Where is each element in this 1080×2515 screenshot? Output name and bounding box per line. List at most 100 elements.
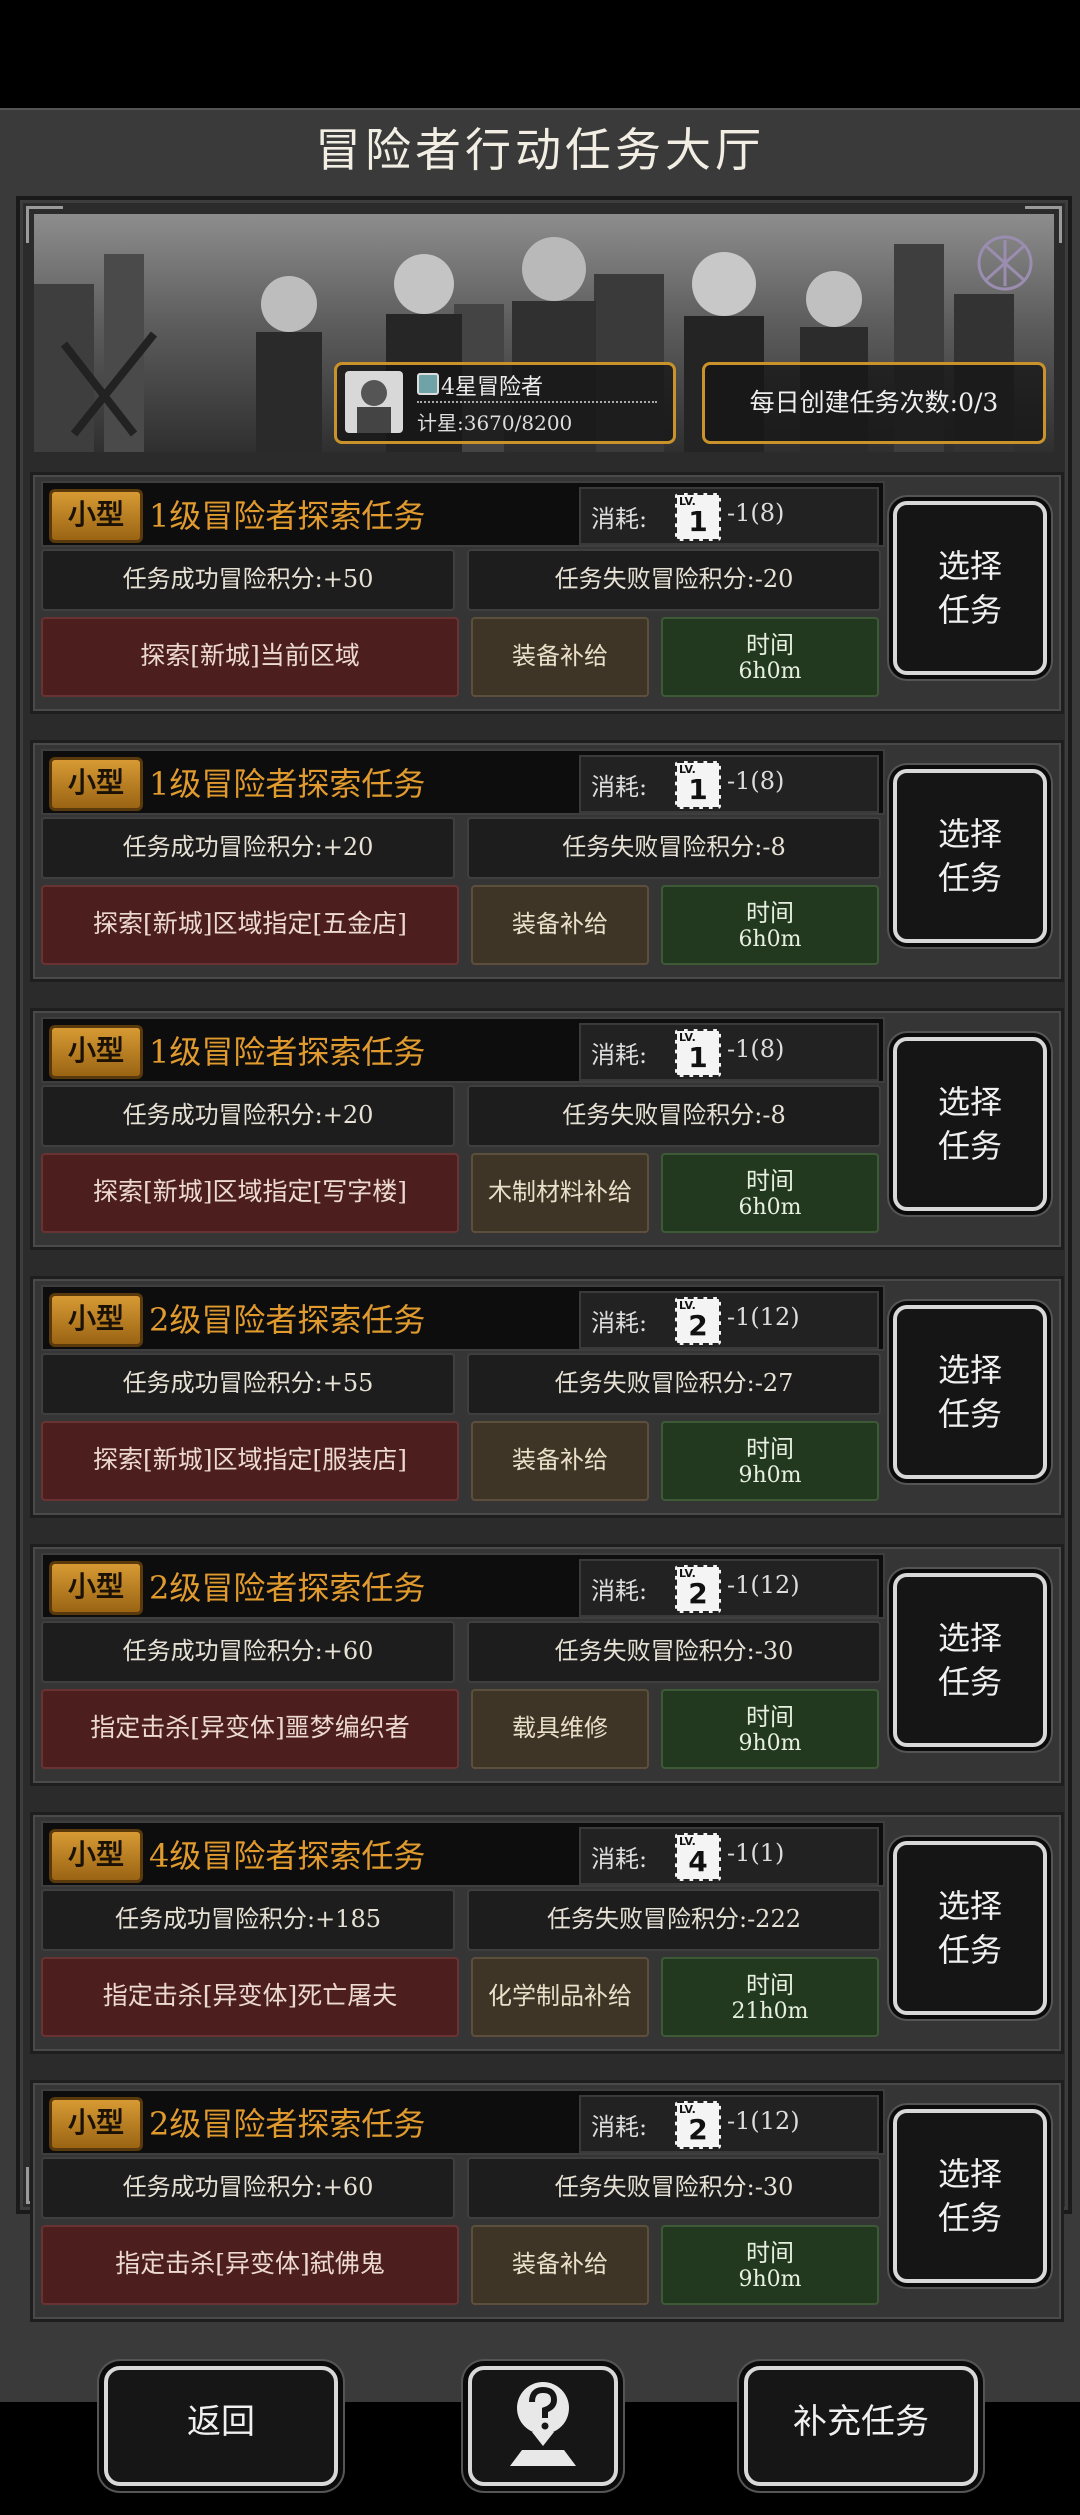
select-task-button[interactable]: 选择 任务: [893, 1305, 1047, 1479]
task-time: 时间 21h0m: [661, 1957, 879, 2037]
cost-box: 消耗: LV. 2 -1(12): [579, 2095, 879, 2153]
task-card: 小型 4级冒险者探索任务 消耗: LV. 4 -1(1) 任务成功冒险积分:+185 任务失败…: [30, 1812, 1064, 2054]
task-target: 探索[新城]区域指定[写字楼]: [41, 1153, 459, 1233]
cost-label: 消耗:: [591, 1845, 648, 1873]
level-card-icon: LV. 4: [675, 1833, 721, 1881]
task-reward: 装备补给: [471, 885, 649, 965]
fail-points: 任务失败冒险积分:-30: [467, 1621, 881, 1683]
success-points: 任务成功冒险积分:+55: [41, 1353, 455, 1415]
cost-box: 消耗: LV. 4 -1(1): [579, 1827, 879, 1885]
task-target: 探索[新城]当前区域: [41, 617, 459, 697]
time-value: 9h0m: [738, 1463, 802, 1488]
task-time: 时间 6h0m: [661, 1153, 879, 1233]
select-task-button[interactable]: 选择 任务: [893, 501, 1047, 675]
level-card-icon: LV. 2: [675, 1565, 721, 1613]
cost-label: 消耗:: [591, 1577, 648, 1605]
size-badge: 小型: [49, 2097, 143, 2151]
size-badge: 小型: [49, 757, 143, 811]
size-badge: 小型: [49, 1293, 143, 1347]
success-points: 任务成功冒险积分:+185: [41, 1889, 455, 1951]
task-time: 时间 9h0m: [661, 2225, 879, 2305]
cost-label: 消耗:: [591, 773, 648, 801]
task-card: 小型 2级冒险者探索任务 消耗: LV. 2 -1(12) 任务成功冒险积分:+60 任务失败…: [30, 1544, 1064, 1786]
fail-points: 任务失败冒险积分:-27: [467, 1353, 881, 1415]
time-value: 6h0m: [738, 659, 802, 684]
cost-box: 消耗: LV. 1 -1(8): [579, 755, 879, 813]
select-task-label-line2: 任务: [937, 2199, 1002, 2237]
select-task-button[interactable]: 选择 任务: [893, 1841, 1047, 2015]
level-card-icon: LV. 2: [675, 2101, 721, 2149]
select-task-label-line1: 选择: [937, 815, 1002, 853]
select-task-label-line1: 选择: [937, 1887, 1002, 1925]
select-task-label-line1: 选择: [937, 547, 1002, 585]
size-badge: 小型: [49, 489, 143, 543]
select-task-label-line2: 任务: [937, 1127, 1002, 1165]
task-card: 小型 1级冒险者探索任务 消耗: LV. 1 -1(8) 任务成功冒险积分:+20 任务失败冒…: [30, 1008, 1064, 1250]
fail-points: 任务失败冒险积分:-8: [467, 1085, 881, 1147]
level-number: 2: [688, 1577, 708, 1610]
cost-box: 消耗: LV. 1 -1(8): [579, 487, 879, 545]
time-label: 时间: [746, 2239, 794, 2267]
level-number: 1: [688, 773, 708, 806]
task-name: 4级冒险者探索任务: [149, 1837, 426, 1875]
task-time: 时间 9h0m: [661, 1689, 879, 1769]
select-task-label-line2: 任务: [937, 591, 1002, 629]
task-target: 指定击杀[异变体]死亡屠夫: [41, 1957, 459, 2037]
help-button[interactable]: [468, 2366, 618, 2486]
time-label: 时间: [746, 631, 794, 659]
select-task-label-line2: 任务: [937, 1663, 1002, 1701]
adventurer-banner: 4星冒险者 计星:3670/8200 每日创建任务次数:0/3: [34, 214, 1054, 452]
task-card: 小型 1级冒险者探索任务 消耗: LV. 1 -1(8) 任务成功冒险积分:+50 任务失败冒…: [30, 472, 1064, 714]
time-value: 21h0m: [731, 1999, 809, 2024]
select-task-label-line1: 选择: [937, 1083, 1002, 1121]
adventurer-rank-box: 4星冒险者 计星:3670/8200: [334, 362, 676, 444]
cost-label: 消耗:: [591, 1041, 648, 1069]
task-target: 指定击杀[异变体]噩梦编织者: [41, 1689, 459, 1769]
rank-points: 计星:3670/8200: [417, 411, 573, 435]
fail-points: 任务失败冒险积分:-30: [467, 2157, 881, 2219]
success-points: 任务成功冒险积分:+20: [41, 817, 455, 879]
time-value: 9h0m: [738, 2267, 802, 2292]
level-number: 1: [688, 1041, 708, 1074]
level-card-icon: LV. 1: [675, 761, 721, 809]
select-task-button[interactable]: 选择 任务: [893, 1573, 1047, 1747]
select-task-button[interactable]: 选择 任务: [893, 769, 1047, 943]
cost-value: -1(12): [727, 1571, 800, 1599]
task-header: 小型 1级冒险者探索任务 消耗: LV. 1 -1(8): [41, 749, 885, 815]
cost-box: 消耗: LV. 2 -1(12): [579, 1291, 879, 1349]
cost-box: 消耗: LV. 2 -1(12): [579, 1559, 879, 1617]
level-number: 2: [688, 2113, 708, 2146]
back-button[interactable]: 返回: [104, 2366, 338, 2486]
time-label: 时间: [746, 1435, 794, 1463]
success-points: 任务成功冒险积分:+20: [41, 1085, 455, 1147]
rank-gem-icon: [417, 373, 439, 395]
level-number: 1: [688, 505, 708, 538]
task-hall-panel: 冒险者行动任务大厅 4星冒险者 计星:3670/8200 每日创建任务次数:0/…: [0, 108, 1080, 2486]
guild-emblem-icon: [977, 235, 1033, 291]
task-header: 小型 1级冒险者探索任务 消耗: LV. 1 -1(8): [41, 1017, 885, 1083]
fail-points: 任务失败冒险积分:-20: [467, 549, 881, 611]
time-label: 时间: [746, 1703, 794, 1731]
divider: [417, 401, 657, 403]
task-list-frame: 4星冒险者 计星:3670/8200 每日创建任务次数:0/3 小型 1级冒险者探…: [16, 196, 1072, 2322]
task-target: 指定击杀[异变体]弑佛鬼: [41, 2225, 459, 2305]
adventurer-portrait-icon: [357, 380, 391, 433]
success-points: 任务成功冒险积分:+60: [41, 1621, 455, 1683]
cost-value: -1(12): [727, 2107, 800, 2135]
task-target: 探索[新城]区域指定[五金店]: [41, 885, 459, 965]
task-reward: 装备补给: [471, 617, 649, 697]
task-card: 小型 1级冒险者探索任务 消耗: LV. 1 -1(8) 任务成功冒险积分:+20 任务失败冒…: [30, 740, 1064, 982]
cost-label: 消耗:: [591, 1309, 648, 1337]
select-task-button[interactable]: 选择 任务: [893, 1037, 1047, 1211]
avatar: [345, 371, 403, 433]
select-task-button[interactable]: 选择 任务: [893, 2109, 1047, 2283]
select-task-label-line2: 任务: [937, 1395, 1002, 1433]
supplement-tasks-button[interactable]: 补充任务: [744, 2366, 978, 2486]
size-badge: 小型: [49, 1829, 143, 1883]
task-name: 1级冒险者探索任务: [149, 497, 426, 535]
task-header: 小型 2级冒险者探索任务 消耗: LV. 2 -1(12): [41, 1553, 885, 1619]
task-reward: 装备补给: [471, 2225, 649, 2305]
task-header: 小型 1级冒险者探索任务 消耗: LV. 1 -1(8): [41, 481, 885, 547]
task-header: 小型 2级冒险者探索任务 消耗: LV. 2 -1(12): [41, 2089, 885, 2155]
select-task-label-line1: 选择: [937, 1619, 1002, 1657]
